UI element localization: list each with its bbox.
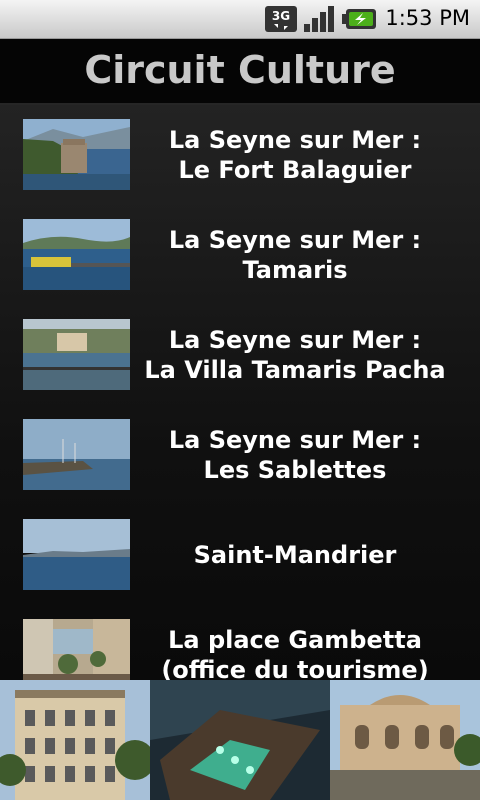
list-item-line2: Tamaris	[242, 256, 348, 284]
network-3g-icon: 3G	[264, 4, 298, 38]
list-item-label: Saint-Mandrier	[140, 505, 450, 605]
status-time: 1:53 PM	[385, 6, 470, 30]
signal-icon	[302, 4, 338, 38]
list-item[interactable]: La Seyne sur Mer : Le Fort Balaguier	[0, 105, 480, 205]
list-item-label: La Seyne sur Mer : Les Sablettes	[140, 405, 450, 505]
town-square-building-image	[330, 680, 480, 800]
list-item[interactable]: Saint-Mandrier	[0, 505, 480, 605]
fort-balaguier-thumbnail	[23, 119, 130, 190]
tamaris-thumbnail	[23, 219, 130, 290]
title-bar: Circuit Culture	[0, 39, 480, 105]
list-item-line1: La Seyne sur Mer :	[168, 226, 422, 254]
historic-building-image	[0, 680, 150, 800]
les-sablettes-thumbnail	[23, 419, 130, 490]
place-gambetta-thumbnail	[23, 619, 130, 680]
list-item-label: La place Gambetta (office du tourisme)	[140, 605, 450, 680]
battery-charging-icon	[342, 7, 378, 35]
list-item[interactable]: La Seyne sur Mer : Tamaris	[0, 205, 480, 305]
list-item-line1: Saint-Mandrier	[193, 541, 397, 569]
list-item-label: La Seyne sur Mer : Le Fort Balaguier	[140, 105, 450, 205]
list-item-line2: La Villa Tamaris Pacha	[144, 356, 446, 384]
poi-list[interactable]: La Seyne sur Mer : Le Fort Balaguier La …	[0, 105, 480, 680]
status-bar: 3G 1:53 PM	[0, 0, 480, 39]
list-item-line1: La place Gambetta	[168, 626, 422, 654]
list-item[interactable]: La Seyne sur Mer : La Villa Tamaris Pach…	[0, 305, 480, 405]
list-item-label: La Seyne sur Mer : La Villa Tamaris Pach…	[140, 305, 450, 405]
list-item-line2: (office du tourisme)	[161, 656, 429, 680]
page-title: Circuit Culture	[84, 48, 396, 92]
bottom-banner[interactable]	[0, 680, 480, 800]
svg-text:3G: 3G	[272, 9, 290, 23]
list-item-line1: La Seyne sur Mer :	[168, 326, 422, 354]
list-item[interactable]: La Seyne sur Mer : Les Sablettes	[0, 405, 480, 505]
list-item-line2: Le Fort Balaguier	[178, 156, 412, 184]
list-item[interactable]: La place Gambetta (office du tourisme)	[0, 605, 480, 680]
list-item-line2: Les Sablettes	[203, 456, 387, 484]
villa-tamaris-pacha-thumbnail	[23, 319, 130, 390]
list-item-line1: La Seyne sur Mer :	[168, 426, 422, 454]
night-stadium-aerial-image	[150, 680, 330, 800]
list-item-line1: La Seyne sur Mer :	[168, 126, 422, 154]
list-item-label: La Seyne sur Mer : Tamaris	[140, 205, 450, 305]
saint-mandrier-thumbnail	[23, 519, 130, 590]
